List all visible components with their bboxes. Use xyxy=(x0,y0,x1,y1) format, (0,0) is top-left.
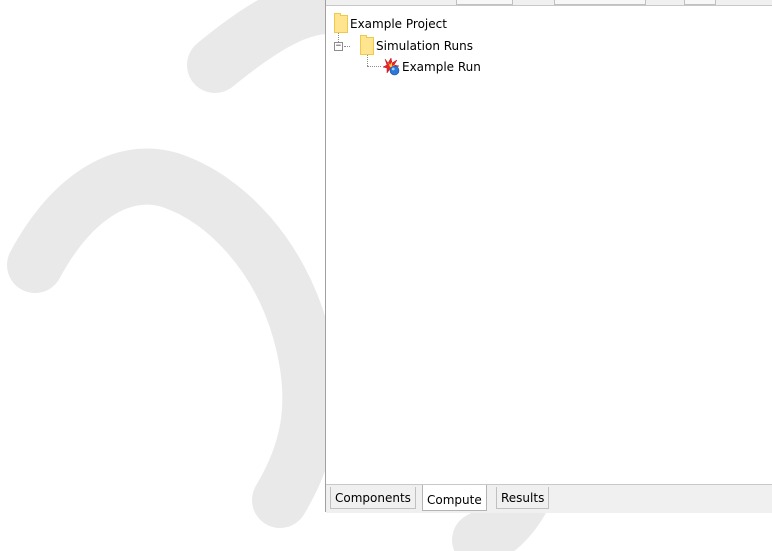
simulation-run-icon xyxy=(382,58,400,76)
folder-icon xyxy=(360,35,374,55)
toolbar-fragment xyxy=(554,0,646,5)
folder-icon xyxy=(334,13,348,33)
tree-connector xyxy=(344,46,350,47)
project-explorer-panel: Example Project − Simulation Runs Exampl… xyxy=(325,0,772,513)
tree-item-label: Example Run xyxy=(402,60,481,74)
collapse-toggle-icon[interactable]: − xyxy=(334,42,343,51)
project-tree: Example Project − Simulation Runs Exampl… xyxy=(326,6,772,484)
tree-connector xyxy=(367,54,368,66)
tab-bar: Components Compute Results xyxy=(326,484,772,513)
tree-item-simulation-runs[interactable]: Simulation Runs xyxy=(360,35,475,55)
tab-results[interactable]: Results xyxy=(496,487,550,509)
tree-item-example-project[interactable]: Example Project xyxy=(334,13,449,33)
tab-components[interactable]: Components xyxy=(330,487,416,509)
toolbar-fragment xyxy=(684,0,716,5)
toolbar-fragment xyxy=(456,0,513,5)
watermark-arc-inner xyxy=(7,148,339,528)
tree-connector xyxy=(367,66,381,67)
tree-item-example-run[interactable]: Example Run xyxy=(382,58,483,76)
tree-item-label: Simulation Runs xyxy=(376,39,473,53)
tab-compute[interactable]: Compute xyxy=(422,485,487,511)
tree-item-label: Example Project xyxy=(350,17,447,31)
